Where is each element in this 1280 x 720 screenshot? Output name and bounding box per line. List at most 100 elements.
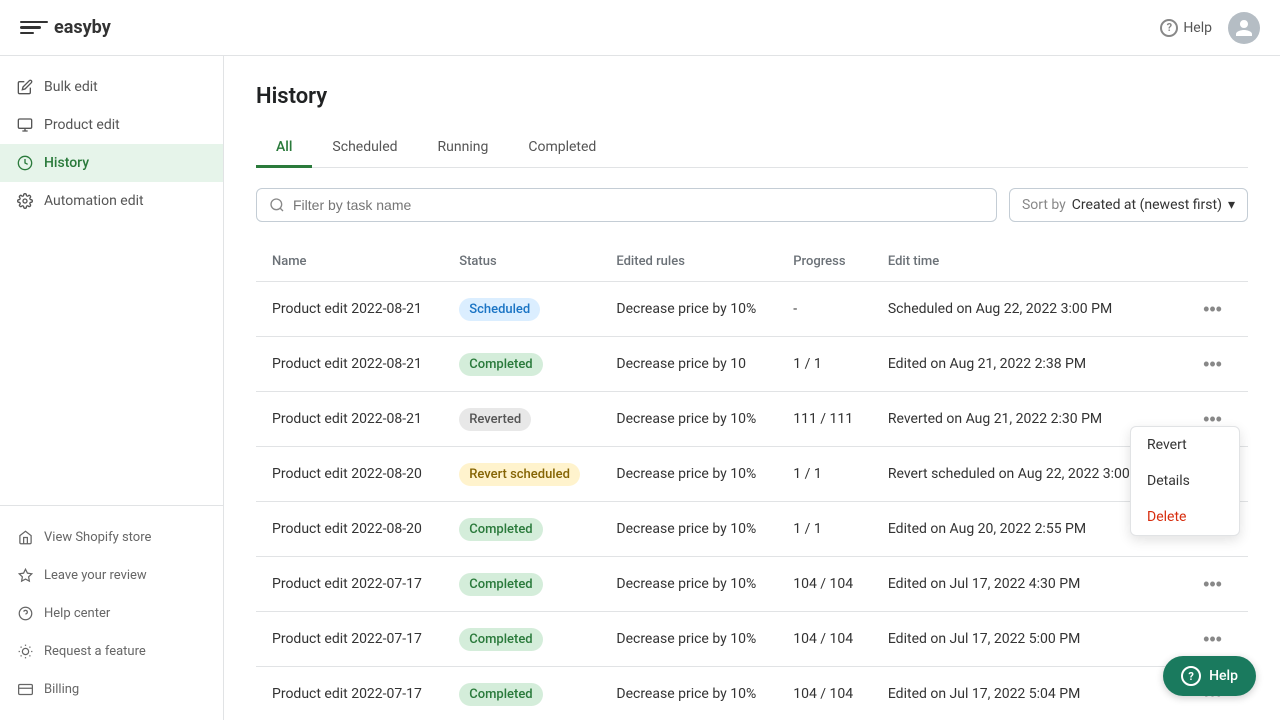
status-badge: Revert scheduled [459,463,580,486]
tab-running[interactable]: Running [418,129,509,168]
sidebar-item-leave-review[interactable]: Leave your review [0,556,223,594]
table-header: Name Status Edited rules Progress Edit t… [256,242,1248,282]
status-badge: Completed [459,353,542,376]
cell-edited-rules: Decrease price by 10 [600,337,777,392]
three-dot-button[interactable]: ••• [1195,296,1230,322]
cell-edit-time: Edited on Jul 17, 2022 5:00 PM [872,612,1179,667]
cell-status: Completed [443,612,600,667]
col-name: Name [256,242,443,282]
cell-status: Completed [443,557,600,612]
sidebar-label-view-shopify: View Shopify store [44,530,151,545]
cell-name: Product edit 2022-07-17 [256,612,443,667]
sidebar-label-automation-edit: Automation edit [44,193,144,209]
cell-progress: 104 / 104 [777,612,872,667]
cell-edited-rules: Decrease price by 10% [600,557,777,612]
cell-edited-rules: Decrease price by 10% [600,502,777,557]
context-menu: Revert Details Delete [1130,426,1240,536]
three-dot-button[interactable]: ••• [1195,571,1230,597]
tabs: All Scheduled Running Completed [256,129,1248,168]
history-icon [16,154,34,172]
sidebar-item-billing[interactable]: Billing [0,670,223,708]
feature-icon [16,642,34,660]
cell-edit-time: Scheduled on Aug 22, 2022 3:00 PM [872,282,1179,337]
cell-edited-rules: Decrease price by 10% [600,392,777,447]
status-badge: Completed [459,683,542,706]
search-box [256,188,997,222]
search-input[interactable] [293,197,984,213]
table-row: Product edit 2022-07-17 Completed Decrea… [256,667,1248,720]
cell-progress: 104 / 104 [777,557,872,612]
context-menu-delete[interactable]: Delete [1131,499,1239,535]
sort-value: Created at (newest first) [1072,197,1222,213]
billing-icon [16,680,34,698]
sidebar-item-product-edit[interactable]: Product edit [0,106,223,144]
col-status: Status [443,242,600,282]
tab-all[interactable]: All [256,129,312,168]
cell-name: Product edit 2022-08-21 [256,392,443,447]
logo-text: easyby [54,17,111,38]
logo-icon [20,18,48,38]
cell-edit-time: Edited on Aug 21, 2022 2:38 PM [872,337,1179,392]
status-badge: Completed [459,628,542,651]
cell-actions: ••• [1179,337,1248,392]
logo[interactable]: easyby [20,17,111,38]
cell-progress: 104 / 104 [777,667,872,720]
status-badge: Scheduled [459,298,540,321]
sidebar-label-history: History [44,155,89,171]
cell-name: Product edit 2022-07-17 [256,557,443,612]
cell-name: Product edit 2022-08-20 [256,447,443,502]
cell-progress: 1 / 1 [777,502,872,557]
table-row: Product edit 2022-07-17 Completed Decrea… [256,612,1248,667]
search-sort-bar: Sort by Created at (newest first) ▾ [256,188,1248,222]
cell-status: Completed [443,502,600,557]
sort-prefix: Sort by [1022,197,1066,213]
help-fab[interactable]: ? Help [1163,656,1256,696]
status-badge: Completed [459,573,542,596]
sidebar-label-request-feature: Request a feature [44,644,146,659]
three-dot-button[interactable]: ••• [1195,626,1230,652]
main-content: History All Scheduled Running Completed … [224,56,1280,720]
context-menu-details[interactable]: Details [1131,463,1239,499]
sidebar-item-help-center[interactable]: Help center [0,594,223,632]
top-nav: easyby ? Help [0,0,1280,56]
three-dot-button[interactable]: ••• [1195,351,1230,377]
help-center-icon [16,604,34,622]
sidebar-item-history[interactable]: History [0,144,223,182]
sidebar-label-bulk-edit: Bulk edit [44,79,98,95]
cell-status: Completed [443,667,600,720]
cell-edit-time: Edited on Jul 17, 2022 4:30 PM [872,557,1179,612]
gear-icon [16,192,34,210]
sidebar-label-help-center: Help center [44,606,110,621]
sidebar-item-view-shopify[interactable]: View Shopify store [0,518,223,556]
cell-status: Reverted [443,392,600,447]
cell-edited-rules: Decrease price by 10% [600,447,777,502]
sidebar-item-request-feature[interactable]: Request a feature [0,632,223,670]
store-icon [16,528,34,546]
avatar[interactable] [1228,12,1260,44]
sidebar-item-automation-edit[interactable]: Automation edit [0,182,223,220]
cell-progress: 111 / 111 [777,392,872,447]
sidebar-item-bulk-edit[interactable]: Bulk edit [0,68,223,106]
cell-status: Scheduled [443,282,600,337]
help-fab-icon: ? [1181,666,1201,686]
cell-edited-rules: Decrease price by 10% [600,667,777,720]
sidebar-nav: Bulk edit Product edit History Automatio… [0,56,223,505]
user-icon [1234,18,1254,38]
help-link[interactable]: ? Help [1160,19,1212,37]
sort-box[interactable]: Sort by Created at (newest first) ▾ [1009,188,1248,222]
table-wrap: Name Status Edited rules Progress Edit t… [256,242,1248,720]
cell-status: Revert scheduled [443,447,600,502]
tab-scheduled[interactable]: Scheduled [312,129,417,168]
help-label: Help [1183,20,1212,36]
cell-name: Product edit 2022-08-21 [256,282,443,337]
search-icon [269,197,285,213]
sidebar-label-billing: Billing [44,682,79,697]
help-circle-icon: ? [1160,19,1178,37]
table-row: Product edit 2022-08-21 Completed Decrea… [256,337,1248,392]
history-table: Name Status Edited rules Progress Edit t… [256,242,1248,720]
page-title: History [256,84,1248,109]
cell-name: Product edit 2022-08-20 [256,502,443,557]
tab-completed[interactable]: Completed [508,129,616,168]
cell-name: Product edit 2022-08-21 [256,337,443,392]
context-menu-revert[interactable]: Revert [1131,427,1239,463]
